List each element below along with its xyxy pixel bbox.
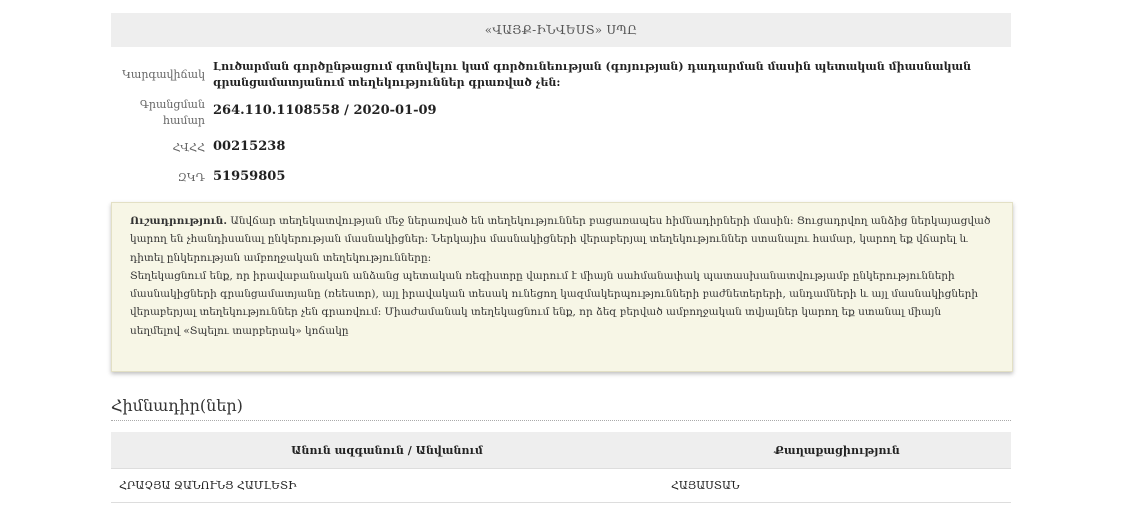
registration-label-line2: համար bbox=[162, 114, 205, 127]
table-header-row: Անուն ազգանուն / Անվանում Քաղաքացիությու… bbox=[111, 432, 1011, 469]
notice-paragraph-2: Տեղեկացնում ենք, որ իրավաբանական անձանց … bbox=[130, 269, 979, 337]
registration-row: Գրանցման համար 264.110.1108558 / 2020-01… bbox=[111, 94, 1011, 128]
tin-label: ՀՎՀՀ bbox=[172, 141, 205, 154]
notice-title: Ուշադրություն. bbox=[130, 215, 228, 227]
status-label: Կարգավիճակ bbox=[122, 68, 205, 81]
notice-paragraph-1: Անվճար տեղեկատվության մեջ ներառված են տե… bbox=[130, 215, 991, 264]
column-header-name: Անուն ազգանուն / Անվանում bbox=[111, 432, 663, 469]
tin-row: ՀՎՀՀ 00215238 bbox=[111, 128, 1011, 158]
founder-citizenship-cell: ՀԱՅԱՍՏԱՆ bbox=[663, 468, 1011, 503]
founders-table: Անուն ազգանուն / Անվանում Քաղաքացիությու… bbox=[111, 432, 1011, 503]
registration-label-line1: Գրանցման bbox=[139, 98, 205, 111]
table-row: ՀՐԱՉՅԱ ՋԱՆՈՒՆՑ ՀԱՄԼԵՏԻ ՀԱՅԱՍՏԱՆ bbox=[111, 468, 1011, 503]
tin-value: 00215238 bbox=[213, 139, 286, 154]
founders-heading: Հիմնադիր(ներ) bbox=[111, 396, 1011, 421]
company-details: Կարգավիճակ Լուծարման գործընթացում գտնվել… bbox=[111, 58, 1011, 188]
zkd-label: ԶԿԴ bbox=[177, 171, 205, 184]
company-name-header: «ՎԱՅՔ-ԻՆՎԵՍՏ» ՍՊԸ bbox=[111, 13, 1011, 47]
company-page: «ՎԱՅՔ-ԻՆՎԵՍՏ» ՍՊԸ Կարգավիճակ Լուծարման գ… bbox=[0, 0, 1128, 508]
registration-value: 264.110.1108558 / 2020-01-09 bbox=[213, 103, 437, 118]
status-row: Կարգավիճակ Լուծարման գործընթացում գտնվել… bbox=[111, 58, 1011, 94]
column-header-citizenship: Քաղաքացիություն bbox=[663, 432, 1011, 469]
zkd-row: ԶԿԴ 51959805 bbox=[111, 158, 1011, 188]
registration-label: Գրանցման համար bbox=[111, 94, 205, 129]
founder-name-cell: ՀՐԱՉՅԱ ՋԱՆՈՒՆՑ ՀԱՄԼԵՏԻ bbox=[111, 468, 663, 503]
status-value: Լուծարման գործընթացում գտնվելու կամ գործ… bbox=[213, 60, 972, 89]
notice-box: Ուշադրություն. Անվճար տեղեկատվության մեջ… bbox=[111, 202, 1013, 372]
zkd-value: 51959805 bbox=[213, 169, 286, 184]
